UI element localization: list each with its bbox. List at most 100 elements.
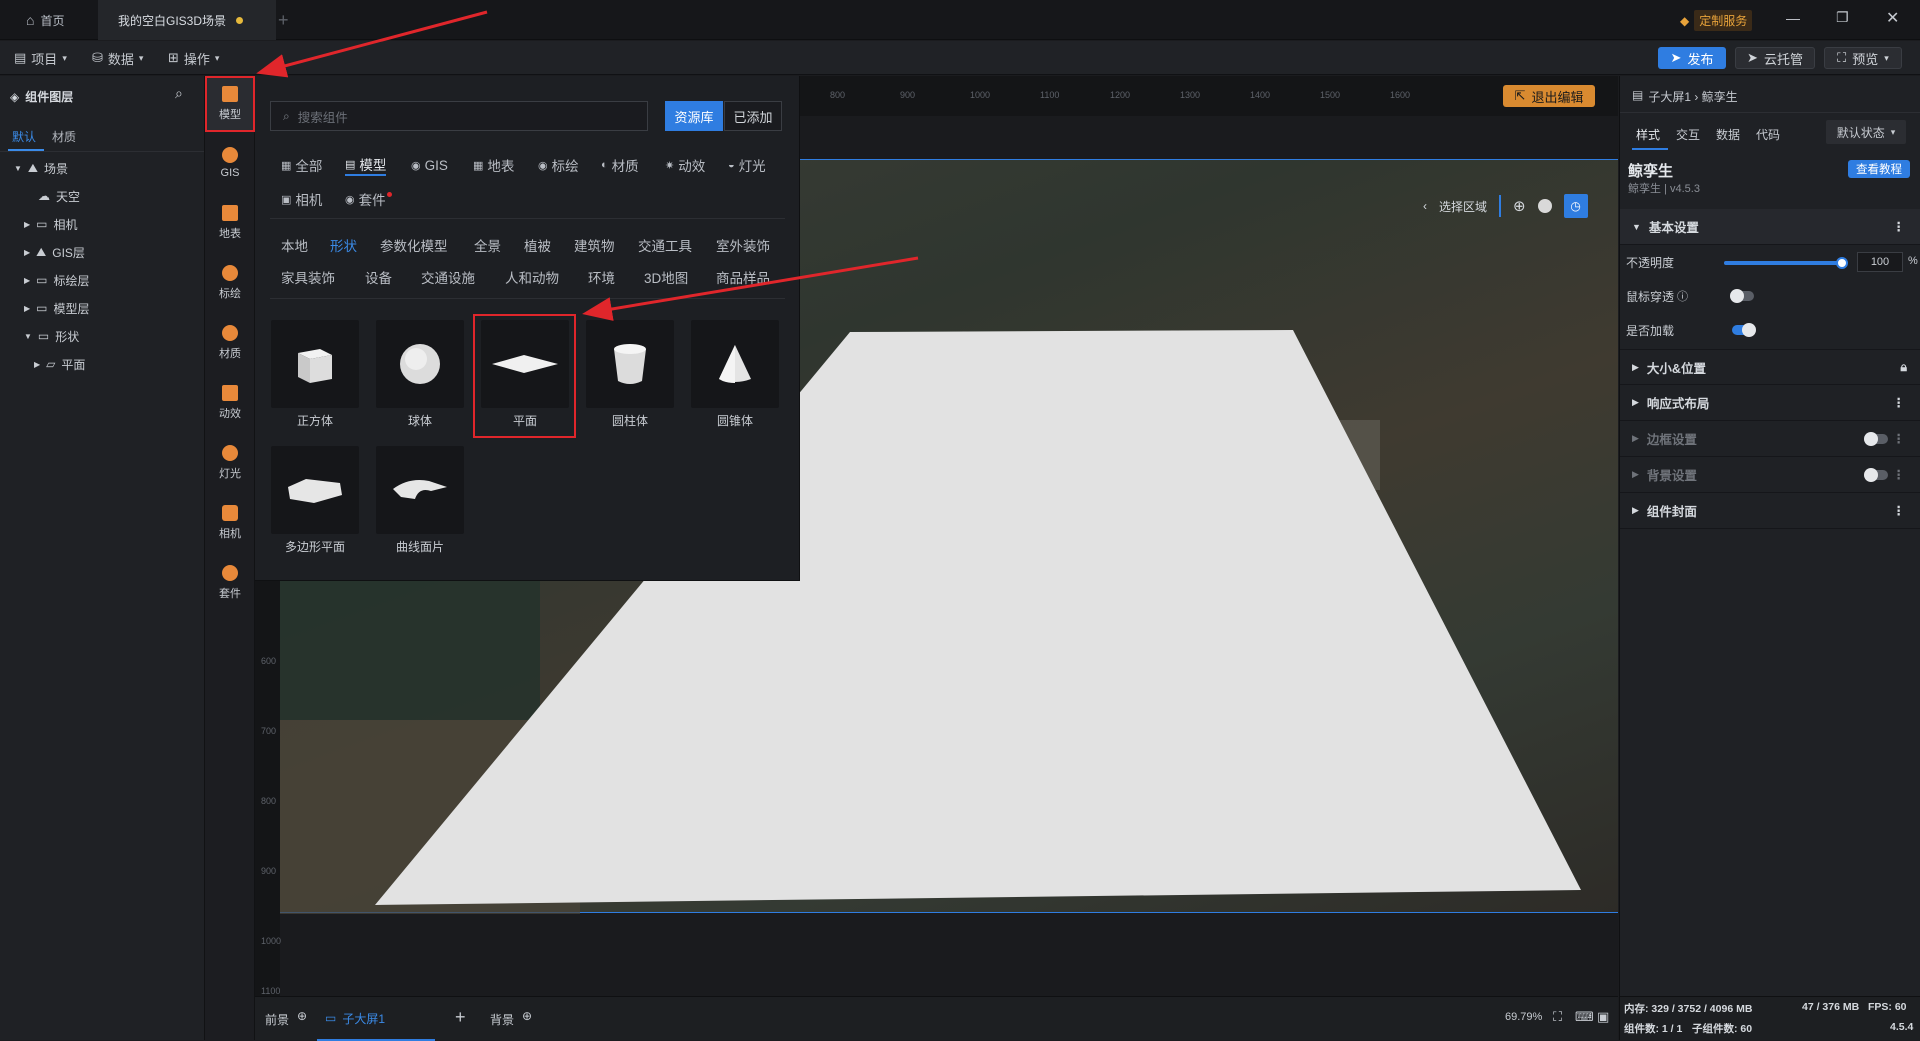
cat-model[interactable]: ▤ 模型: [345, 154, 387, 176]
section-cover[interactable]: ▶ 组件封面 ⋮: [1620, 493, 1920, 529]
subcat-building[interactable]: 建筑物: [574, 234, 615, 256]
category-light[interactable]: 灯光: [205, 435, 255, 491]
fit-screen-icon[interactable]: ⛶: [1553, 1009, 1562, 1025]
subcat-vehicle[interactable]: 交通工具: [638, 234, 692, 256]
opacity-slider-thumb[interactable]: [1836, 257, 1848, 269]
load-toggle[interactable]: [1732, 323, 1756, 337]
subcat-environment[interactable]: 环境: [588, 266, 615, 288]
tab-style[interactable]: 样式: [1636, 126, 1660, 143]
tree-item-plane[interactable]: ▶ ▱ 平面: [0, 350, 204, 378]
tab-home[interactable]: ⌂ 首页: [10, 0, 88, 40]
cat-effect[interactable]: ✷ 动效: [665, 154, 705, 176]
exit-edit-button[interactable]: ⇱ 退出编辑: [1503, 85, 1595, 107]
category-gis[interactable]: GIS: [205, 135, 255, 191]
category-model[interactable]: 模型: [205, 76, 255, 132]
cat-camera[interactable]: ▣ 相机: [281, 188, 322, 210]
state-select[interactable]: 默认状态 ▾: [1826, 120, 1906, 144]
tree-item-scene[interactable]: ▼ ⛰ 场景: [0, 154, 204, 182]
subcat-traffic[interactable]: 交通设施: [421, 266, 475, 288]
more-icon[interactable]: ⋮: [1893, 395, 1906, 410]
select-area-button[interactable]: 选择区域: [1439, 198, 1487, 215]
add-circle-icon[interactable]: ⊕: [522, 1009, 532, 1023]
restore-icon[interactable]: ❐: [1836, 9, 1849, 26]
subcat-3dmap[interactable]: 3D地图: [644, 266, 688, 288]
tab-scene[interactable]: 我的空白GIS3D场景: [98, 0, 276, 40]
tree-item-sky[interactable]: ☁ 天空: [0, 182, 204, 210]
tab-code[interactable]: 代码: [1756, 126, 1780, 143]
preview-button[interactable]: ⛶ 预览 ▾: [1824, 47, 1902, 69]
section-size-position[interactable]: ▶ 大小&位置 🔒︎: [1620, 349, 1920, 385]
added-button[interactable]: 已添加: [724, 101, 782, 131]
custom-service-button[interactable]: ◆ 定制服务: [1680, 10, 1753, 31]
tree-item-shape[interactable]: ▼ ▭ 形状: [0, 322, 204, 350]
subcat-vegetation[interactable]: 植被: [524, 234, 551, 256]
subcat-furniture[interactable]: 家具装饰: [281, 266, 335, 288]
section-border[interactable]: ▶ 边框设置 ⋮: [1620, 421, 1920, 457]
tab-interaction[interactable]: 交互: [1676, 126, 1700, 143]
cat-kit[interactable]: ◉ 套件: [345, 188, 392, 210]
add-screen-button[interactable]: +: [455, 1007, 466, 1028]
subcat-parametric[interactable]: 参数化模型: [380, 234, 448, 256]
item-plane[interactable]: [481, 320, 569, 408]
background-toggle[interactable]: [1864, 468, 1888, 482]
more-icon[interactable]: ⋮: [1893, 467, 1906, 482]
subcat-local[interactable]: 本地: [281, 234, 308, 256]
close-icon[interactable]: ✕: [1886, 8, 1899, 28]
cat-gis[interactable]: ◉ GIS: [411, 154, 448, 176]
cat-terrain[interactable]: ▦ 地表: [473, 154, 514, 176]
subcat-equipment[interactable]: 设备: [365, 266, 392, 288]
cat-light[interactable]: ◒ 灯光: [728, 154, 766, 176]
section-responsive[interactable]: ▶ 响应式布局 ⋮: [1620, 385, 1920, 421]
menu-data[interactable]: ⛁ 数据 ▾: [92, 41, 143, 75]
rotate-icon[interactable]: ◷: [1563, 194, 1588, 218]
more-icon[interactable]: ⋮: [1893, 503, 1906, 518]
more-icon[interactable]: ⋮: [1893, 219, 1906, 234]
item-cube[interactable]: [271, 320, 359, 408]
tutorial-button[interactable]: 查看教程: [1848, 160, 1910, 178]
cat-all[interactable]: ▦ 全部: [281, 154, 322, 176]
circle-icon[interactable]: [1537, 199, 1552, 213]
back-layer-tab[interactable]: 背景 ⊕: [490, 1009, 532, 1028]
chevron-left-icon[interactable]: ‹: [1423, 199, 1427, 213]
item-polygon-plane[interactable]: [271, 446, 359, 534]
tab-data[interactable]: 数据: [1716, 126, 1740, 143]
item-cone[interactable]: [691, 320, 779, 408]
lock-icon[interactable]: 🔒︎: [1900, 360, 1907, 375]
item-curve-patch[interactable]: [376, 446, 464, 534]
tree-item-marker[interactable]: ▶ ▭ 标绘层: [0, 266, 204, 294]
terminal-icon[interactable]: ▣: [1597, 1009, 1609, 1025]
subcat-product[interactable]: 商品样品: [716, 266, 770, 288]
more-icon[interactable]: ⋮: [1893, 431, 1906, 446]
globe-icon[interactable]: ⊕: [1513, 197, 1526, 215]
keyboard-icon[interactable]: ⌨: [1575, 1009, 1594, 1025]
opacity-input[interactable]: 100: [1857, 252, 1903, 272]
search-icon[interactable]: ⌕: [175, 85, 183, 102]
tab-default[interactable]: 默认: [12, 128, 36, 145]
cat-marker[interactable]: ◉ 标绘: [538, 154, 579, 176]
border-toggle[interactable]: [1864, 432, 1888, 446]
item-sphere[interactable]: [376, 320, 464, 408]
menu-project[interactable]: ▤ 项目 ▾: [14, 41, 67, 75]
section-background[interactable]: ▶ 背景设置 ⋮: [1620, 457, 1920, 493]
category-effect[interactable]: 动效: [205, 375, 255, 431]
tree-item-gis[interactable]: ▶ ⛰ GIS层: [0, 238, 204, 266]
subcat-outdoor[interactable]: 室外装饰: [716, 234, 770, 256]
menu-operate[interactable]: ⊞ 操作 ▾: [168, 41, 219, 75]
category-marker[interactable]: 标绘: [205, 255, 255, 311]
component-search-field[interactable]: ⌕ 搜索组件: [270, 101, 648, 131]
tree-item-model[interactable]: ▶ ▭ 模型层: [0, 294, 204, 322]
tree-item-camera[interactable]: ▶ ▭ 相机: [0, 210, 204, 238]
screen-tab-1[interactable]: ▭ 子大屏1: [317, 997, 435, 1041]
item-cylinder[interactable]: [586, 320, 674, 408]
cloud-button[interactable]: ➤ 云托管: [1735, 47, 1815, 69]
add-circle-icon[interactable]: ⊕: [297, 1009, 307, 1023]
resource-library-button[interactable]: 资源库: [665, 101, 723, 131]
category-terrain[interactable]: 地表: [205, 195, 255, 251]
category-material[interactable]: 材质: [205, 315, 255, 371]
section-basic[interactable]: ▼ 基本设置 ⋮: [1620, 209, 1920, 245]
subcat-shape[interactable]: 形状: [330, 234, 357, 256]
category-kit[interactable]: 套件: [205, 555, 255, 611]
new-tab-button[interactable]: +: [278, 0, 298, 40]
front-layer-tab[interactable]: 前景 ⊕: [265, 1009, 307, 1028]
cat-material[interactable]: ◐ 材质: [601, 154, 639, 176]
